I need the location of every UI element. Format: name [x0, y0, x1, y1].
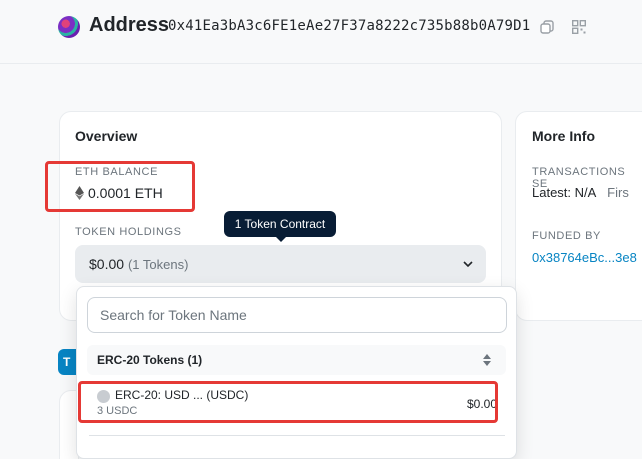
latest-value: Latest: N/A	[532, 185, 597, 200]
token-type-select[interactable]: ERC-20 Tokens (1)	[87, 345, 506, 375]
copy-icon[interactable]	[540, 20, 554, 34]
token-holdings-summary: $0.00 (1 Tokens)	[89, 256, 188, 272]
eth-balance-amount: 0.0001 ETH	[88, 185, 163, 201]
funded-by-label: FUNDED BY	[532, 230, 601, 242]
overview-title: Overview	[75, 128, 138, 144]
token-balance: 3 USDC	[97, 405, 138, 417]
more-info-title: More Info	[532, 128, 595, 144]
latest-transaction: Latest: N/A Firs	[532, 185, 629, 200]
token-search-input[interactable]	[87, 297, 507, 333]
token-holdings-label: TOKEN HOLDINGS	[75, 226, 182, 238]
token-value: $0.00	[467, 397, 498, 411]
token-dropdown-menu: ERC-20 Tokens (1) ERC-20: USD ... (USDC)…	[76, 286, 517, 459]
address-avatar	[58, 16, 80, 38]
address-hash: 0x41Ea3bA3c6FE1eAe27F37a8222c735b88b0A79…	[168, 18, 531, 34]
funded-by-link[interactable]: 0x38764eBc...3e8	[532, 250, 637, 265]
eth-balance-value: 0.0001 ETH	[75, 185, 163, 201]
tab-transactions[interactable]: T	[58, 349, 76, 375]
chevron-down-icon	[463, 261, 473, 268]
token-list-item[interactable]: ERC-20: USD ... (USDC) 3 USDC $0.00	[77, 383, 516, 423]
usdc-token-icon	[97, 390, 110, 403]
token-holdings-dropdown[interactable]: $0.00 (1 Tokens)	[75, 245, 486, 283]
first-value: Firs	[607, 185, 629, 200]
token-holdings-count: (1 Tokens)	[127, 257, 189, 272]
token-holdings-value: $0.00	[89, 256, 125, 272]
ethereum-icon	[75, 186, 84, 200]
qr-code-icon[interactable]	[572, 20, 586, 34]
token-name: ERC-20: USD ... (USDC)	[115, 388, 249, 402]
eth-balance-label: ETH BALANCE	[75, 166, 159, 178]
token-contract-tooltip: 1 Token Contract	[224, 211, 336, 242]
dropdown-divider	[89, 435, 505, 436]
page-header: Address 0x41Ea3bA3c6FE1eAe27F37a8222c735…	[0, 0, 642, 64]
page-title: Address	[89, 14, 170, 36]
sort-arrows-icon	[483, 354, 491, 366]
token-type-label: ERC-20 Tokens (1)	[97, 353, 203, 367]
